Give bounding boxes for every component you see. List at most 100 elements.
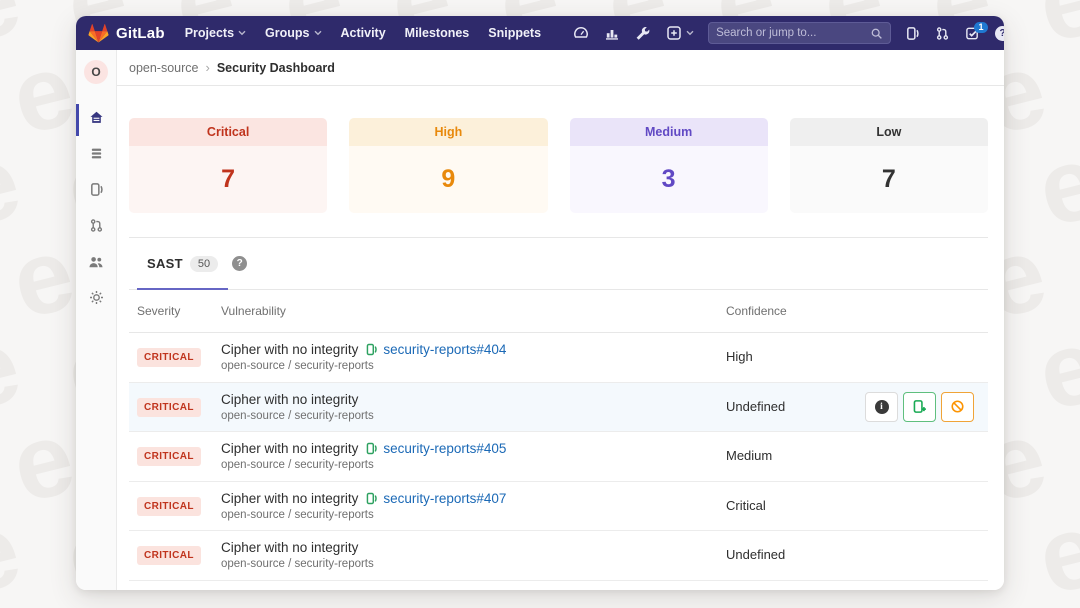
project-avatar[interactable]: O (84, 60, 108, 84)
severity-card-count: 3 (570, 146, 768, 213)
severity-card-critical: Critical 7 (129, 118, 327, 213)
severity-badge: CRITICAL (137, 546, 201, 565)
confidence-value: Critical (726, 498, 766, 513)
issue-link[interactable]: security-reports#404 (383, 342, 506, 357)
chevron-down-icon (314, 30, 322, 36)
navbar-right-icons: 1 ? (905, 26, 1004, 41)
severity-card-label: Medium (570, 118, 768, 146)
nav-links: Projects Groups Activity Milestones Snip… (185, 26, 541, 40)
brand-name: GitLab (116, 25, 165, 42)
breadcrumb-separator: › (206, 60, 210, 75)
merge-request-icon (89, 218, 104, 238)
severity-card-high: High 9 (349, 118, 547, 213)
issue-icon (365, 492, 378, 505)
sidebar-item-project[interactable] (76, 138, 116, 174)
help-menu[interactable]: ? (995, 26, 1004, 41)
issue-icon (365, 343, 378, 356)
merge-request-icon[interactable] (935, 26, 950, 41)
column-vulnerability: Vulnerability (221, 304, 726, 318)
vulnerability-title: Cipher with no integrity security-report… (221, 491, 726, 506)
gitlab-brand[interactable]: GitLab (88, 23, 165, 43)
dismiss-icon (950, 399, 965, 414)
severity-card-medium: Medium 3 (570, 118, 768, 213)
tab-sast[interactable]: SAST 50 (137, 238, 228, 289)
table-row[interactable]: CRITICAL Cipher with no integrity securi… (129, 432, 988, 482)
breadcrumb: open-source › Security Dashboard (117, 50, 1004, 86)
nav-link-groups[interactable]: Groups (265, 26, 321, 40)
chart-icon[interactable] (604, 25, 620, 41)
project-path: open-source / security-reports (221, 410, 726, 422)
sidebar-item-members[interactable] (76, 246, 116, 282)
row-actions: i (865, 392, 974, 422)
table-header: Severity Vulnerability Confidence (129, 290, 988, 333)
todo-count-badge: 1 (974, 22, 988, 34)
column-confidence: Confidence (726, 304, 988, 318)
vulnerability-list: CRITICAL Cipher with no integrity securi… (129, 333, 988, 581)
watermark-glyph: e (1028, 0, 1080, 59)
new-dropdown[interactable] (666, 25, 694, 41)
create-issue-button[interactable] (903, 392, 936, 422)
nav-link-projects[interactable]: Projects (185, 26, 246, 40)
severity-card-label: High (349, 118, 547, 146)
admin-wrench-icon[interactable] (635, 25, 651, 41)
project-sidebar: O (76, 50, 117, 590)
issues-icon (89, 182, 104, 202)
vulnerability-title: Cipher with no integrity (221, 392, 726, 407)
project-path: open-source / security-reports (221, 360, 726, 372)
watermark-glyph: e (1028, 497, 1080, 608)
table-row[interactable]: CRITICAL Cipher with no integrity securi… (129, 333, 988, 383)
watermark-glyph: e (1028, 129, 1080, 244)
top-navbar: GitLab Projects Groups Activity Mileston… (76, 16, 1004, 50)
dismiss-button[interactable] (941, 392, 974, 422)
confidence-value: Undefined (726, 547, 785, 562)
sidebar-item-merge-requests[interactable] (76, 210, 116, 246)
severity-badge: CRITICAL (137, 348, 201, 367)
tab-count-badge: 50 (190, 256, 218, 272)
gear-icon (89, 290, 104, 310)
issues-icon[interactable] (905, 26, 920, 41)
severity-summary-cards: Critical 7 High 9 Medium 3 Low 7 (129, 118, 988, 213)
vulnerability-title: Cipher with no integrity (221, 540, 726, 555)
nav-link-snippets[interactable]: Snippets (488, 26, 541, 40)
sidebar-item-home[interactable] (76, 102, 116, 138)
breadcrumb-parent[interactable]: open-source (129, 61, 199, 75)
confidence-value: High (726, 349, 753, 364)
todos-icon[interactable]: 1 (965, 26, 980, 41)
issue-link[interactable]: security-reports#405 (383, 441, 506, 456)
chevron-down-icon (238, 30, 246, 36)
project-path: open-source / security-reports (221, 459, 726, 471)
info-icon: i (875, 400, 889, 414)
tab-label: SAST (147, 256, 183, 271)
report-tabs: SAST 50 ? (129, 238, 988, 290)
create-issue-icon (912, 399, 927, 414)
severity-card-count: 7 (129, 146, 327, 213)
home-icon (89, 110, 104, 130)
watermark-glyph: e (1028, 313, 1080, 428)
question-mark-icon[interactable]: ? (232, 256, 247, 271)
dashboard-gauge-icon[interactable] (573, 25, 589, 41)
search-icon (870, 27, 883, 40)
severity-card-count: 7 (790, 146, 988, 213)
sidebar-item-settings[interactable] (76, 282, 116, 318)
page-title: Security Dashboard (217, 61, 335, 75)
gitlab-tanuki-icon (88, 23, 109, 43)
issue-link[interactable]: security-reports#407 (383, 491, 506, 506)
sidebar-item-issues[interactable] (76, 174, 116, 210)
table-row[interactable]: CRITICAL Cipher with no integrity securi… (129, 482, 988, 532)
navbar-left-icons (573, 25, 694, 41)
more-info-button[interactable]: i (865, 392, 898, 422)
global-search[interactable] (708, 22, 891, 44)
table-row[interactable]: CRITICAL Cipher with no integrity open-s… (129, 531, 988, 581)
severity-badge: CRITICAL (137, 447, 201, 466)
confidence-value: Undefined (726, 399, 785, 414)
severity-card-label: Low (790, 118, 988, 146)
nav-link-milestones[interactable]: Milestones (405, 26, 470, 40)
severity-badge: CRITICAL (137, 398, 201, 417)
members-icon (88, 254, 104, 275)
project-path: open-source / security-reports (221, 509, 726, 521)
chevron-down-icon (686, 30, 694, 36)
severity-card-label: Critical (129, 118, 327, 146)
table-row[interactable]: CRITICAL Cipher with no integrity open-s… (129, 383, 988, 433)
search-input[interactable] (716, 27, 870, 39)
nav-link-activity[interactable]: Activity (341, 26, 386, 40)
